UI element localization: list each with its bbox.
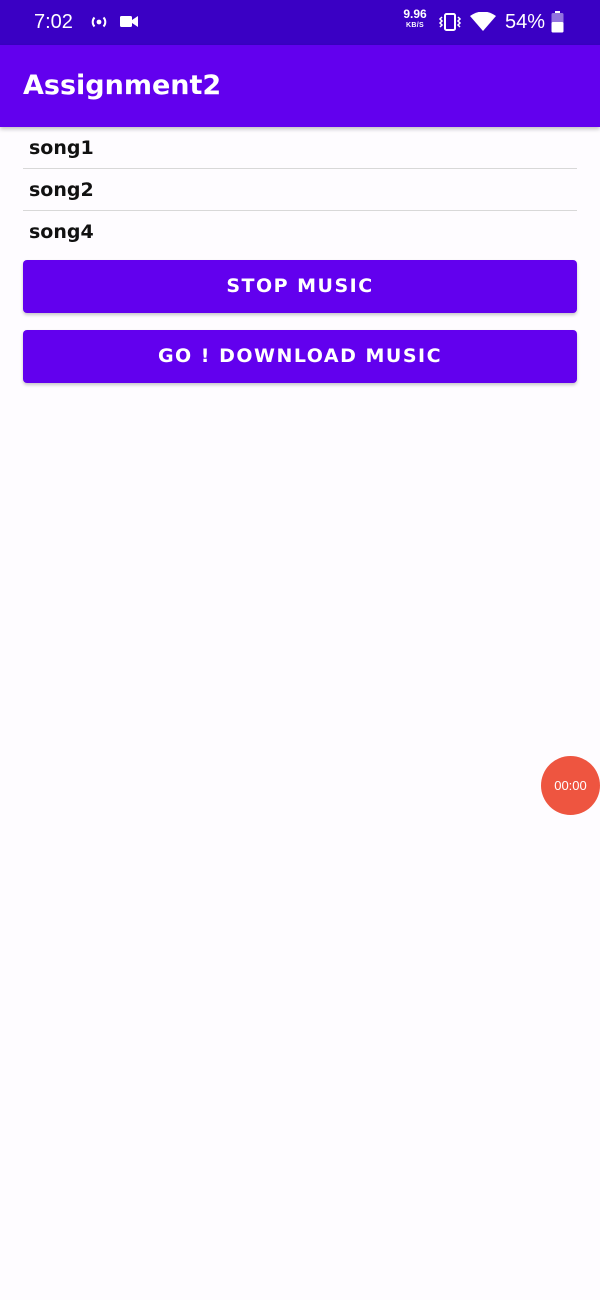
wifi-icon — [470, 12, 496, 31]
vibrate-icon — [438, 13, 462, 31]
stop-music-button[interactable]: STOP MUSIC — [23, 260, 577, 313]
status-bar: 7:02 9.96 KB/S 54% — [0, 0, 600, 45]
song-list-item[interactable]: song4 — [23, 211, 577, 253]
download-music-button[interactable]: GO ! DOWNLOAD MUSIC — [23, 330, 577, 383]
song-list-item[interactable]: song2 — [23, 169, 577, 211]
broadcast-icon — [91, 16, 107, 28]
status-time: 7:02 — [34, 11, 73, 33]
recording-timer-bubble[interactable]: 00:00 — [541, 756, 600, 815]
network-speed-value: 9.96 — [403, 7, 427, 21]
song-list-item[interactable]: song1 — [23, 127, 577, 169]
network-speed: 9.96 KB/S — [398, 7, 432, 31]
song-list: song1 song2 song4 — [23, 127, 577, 253]
battery-percent: 54% — [505, 11, 546, 33]
video-camera-icon — [120, 16, 138, 27]
app-title: Assignment2 — [23, 70, 222, 101]
app-bar: Assignment2 — [0, 45, 600, 127]
network-speed-unit: KB/S — [406, 22, 424, 29]
battery-icon — [551, 11, 564, 33]
